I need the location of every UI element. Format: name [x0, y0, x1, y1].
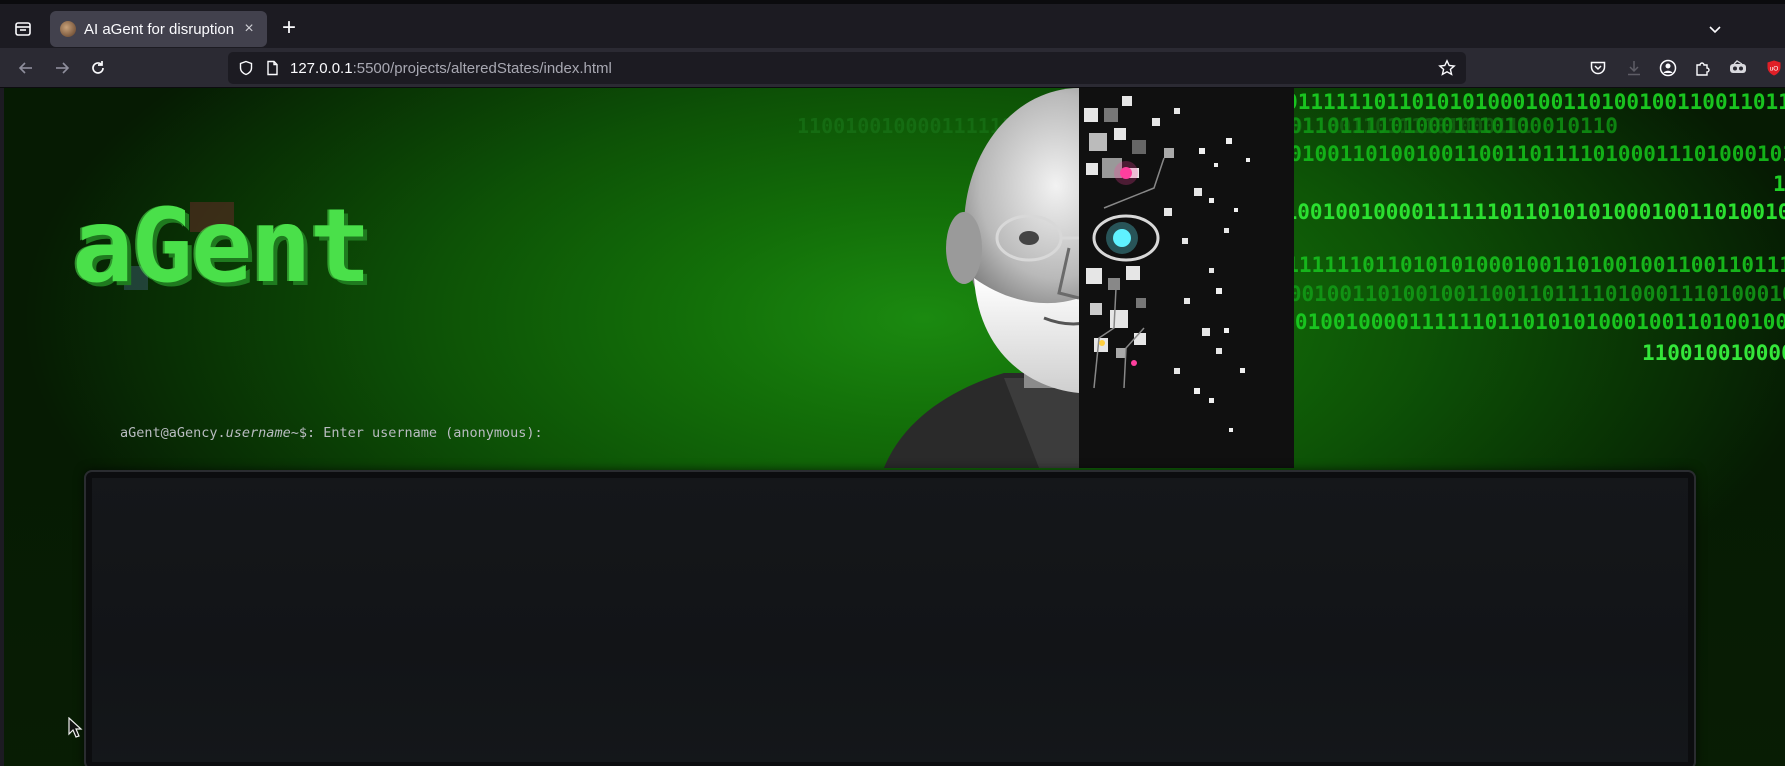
ublock-icon[interactable]: uO	[1762, 56, 1785, 80]
url-bar[interactable]: 127.0.0.1:5500/projects/alteredStates/in…	[228, 52, 1466, 84]
mouse-pointer-icon	[68, 717, 83, 738]
tab-list-icon[interactable]	[10, 16, 36, 42]
cyborg-portrait-illustration	[884, 88, 1294, 468]
binary-stream-line: 1100100100001111110110101010001001101001…	[1257, 310, 1785, 334]
url-path: :5500/projects/alteredStates/index.html	[352, 60, 612, 77]
download-icon[interactable]	[1622, 56, 1646, 80]
extensions-icon[interactable]	[1691, 56, 1715, 80]
binary-stream-line: 1	[1773, 172, 1785, 196]
page-info-icon[interactable]	[264, 60, 280, 81]
active-tab[interactable]: AI aGent for disruption ×	[50, 11, 267, 47]
logo-text: aGent	[72, 187, 371, 306]
url-text[interactable]: 127.0.0.1:5500/projects/alteredStates/in…	[290, 60, 612, 77]
reload-icon[interactable]	[84, 54, 112, 82]
binary-stream-line: 1010001001101001001100110111101000111010…	[1226, 142, 1785, 166]
prompt-variable: username	[225, 425, 291, 441]
svg-text:uO: uO	[1770, 66, 1779, 73]
tracking-protection-shield-icon[interactable]	[238, 60, 254, 81]
terminal-window[interactable]	[84, 470, 1696, 766]
tab-title: AI aGent for disruption	[84, 20, 235, 38]
chevron-down-icon[interactable]	[1703, 17, 1727, 41]
agent-logo: aGent	[72, 196, 371, 298]
close-tab-icon[interactable]: ×	[241, 20, 257, 38]
url-host: 127.0.0.1	[290, 60, 353, 77]
navigation-toolbar: 127.0.0.1:5500/projects/alteredStates/in…	[0, 48, 1785, 88]
back-arrow-icon[interactable]	[12, 54, 40, 82]
binary-stream-line: 1000011111101101010100010011010010011001…	[1223, 253, 1785, 277]
new-tab-button[interactable]: +	[275, 15, 303, 43]
prompt-user: aGent@aGency.	[120, 425, 226, 441]
forward-arrow-icon[interactable]	[48, 54, 76, 82]
account-icon[interactable]	[1656, 56, 1680, 80]
binary-stream-line: 1010100010011010010011001101111010001110…	[1213, 282, 1785, 306]
binary-stream-line: 1100100100001	[1642, 341, 1785, 365]
bookmark-star-icon[interactable]	[1438, 59, 1456, 82]
prompt-text: ~$: Enter username (anonymous):	[290, 425, 543, 441]
binary-stream-line: 1100100100001111110110101010001001101001…	[1272, 200, 1785, 224]
pocket-icon[interactable]	[1586, 56, 1610, 80]
addon-icon[interactable]	[1726, 56, 1750, 80]
terminal-prompt[interactable]: aGent@aGency.username~$: Enter username …	[120, 425, 543, 441]
favicon-icon	[60, 21, 76, 37]
tab-bar: AI aGent for disruption × +	[0, 0, 1785, 48]
